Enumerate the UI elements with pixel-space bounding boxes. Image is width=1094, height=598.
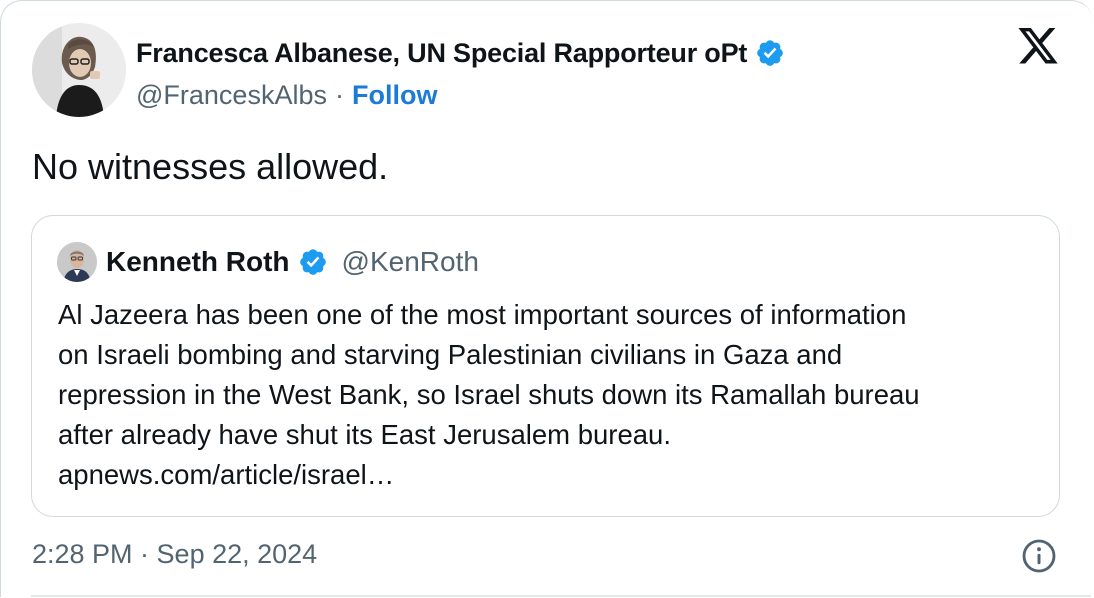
profile-photo bbox=[57, 242, 97, 282]
x-logo-icon[interactable] bbox=[1016, 28, 1060, 68]
handle-separator: · bbox=[334, 79, 344, 110]
quoted-text-line: on Israeli bombing and starving Palestin… bbox=[58, 339, 843, 370]
author-name[interactable]: Francesca Albanese, UN Special Rapporteu… bbox=[136, 38, 747, 69]
author-handle[interactable]: @FranceskAlbs bbox=[136, 80, 327, 111]
author-name-row: Francesca Albanese, UN Special Rapporteu… bbox=[136, 33, 785, 73]
bottom-divider bbox=[31, 595, 1091, 597]
quoted-text-line: after already have shut its East Jerusal… bbox=[58, 419, 671, 450]
quoted-text-line: Al Jazeera has been one of the most impo… bbox=[58, 299, 907, 330]
tweet-timestamp[interactable]: 2:28 PM · Sep 22, 2024 bbox=[32, 539, 317, 570]
author-avatar[interactable] bbox=[32, 23, 126, 117]
verified-badge-icon bbox=[299, 249, 326, 275]
quoted-author-name[interactable]: Kenneth Roth bbox=[106, 246, 290, 278]
quoted-author-avatar[interactable] bbox=[57, 242, 97, 282]
author-handle-row: @FranceskAlbs · Follow bbox=[136, 77, 437, 113]
quoted-tweet[interactable]: Kenneth Roth @KenRoth Al Jazeera has bee… bbox=[31, 215, 1060, 517]
quoted-tweet-text: Al Jazeera has been one of the most impo… bbox=[58, 295, 1038, 495]
quoted-link[interactable]: apnews.com/article/israel… bbox=[58, 455, 1038, 495]
verified-badge-icon bbox=[757, 40, 784, 66]
tweet-card: Francesca Albanese, UN Special Rapporteu… bbox=[0, 0, 1093, 597]
info-icon[interactable] bbox=[1021, 538, 1057, 574]
tweet-text: No witnesses allowed. bbox=[32, 146, 389, 187]
quoted-author-handle[interactable]: @KenRoth bbox=[342, 246, 479, 278]
quoted-author-row: Kenneth Roth @KenRoth bbox=[106, 244, 479, 280]
profile-photo bbox=[32, 23, 126, 117]
follow-button[interactable]: Follow bbox=[352, 80, 437, 111]
quoted-text-line: repression in the West Bank, so Israel s… bbox=[58, 379, 920, 410]
